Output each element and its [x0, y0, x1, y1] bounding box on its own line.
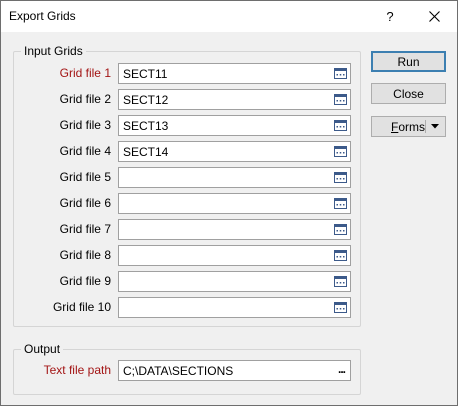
- grid-file-2-label: Grid file 2: [59, 92, 111, 106]
- grid-file-10-browse-button[interactable]: [333, 300, 348, 315]
- grid-file-5-browse-button[interactable]: [333, 170, 348, 185]
- forms-button[interactable]: Forms: [371, 116, 446, 137]
- close-icon: [428, 11, 440, 22]
- output-legend: Output: [21, 342, 64, 356]
- grid-file-10-label: Grid file 10: [52, 300, 111, 314]
- forms-button-label: Forms: [391, 120, 426, 134]
- grid-browse-icon: [334, 276, 347, 287]
- grid-file-2-value: SECT12: [123, 93, 169, 107]
- grid-file-4-value: SECT14: [123, 145, 169, 159]
- grid-file-1-label: Grid file 1: [59, 66, 111, 80]
- run-button[interactable]: Run: [371, 51, 446, 72]
- text-file-path-field[interactable]: C;\DATA\SECTIONS ...: [118, 360, 351, 381]
- grid-browse-icon: [334, 224, 347, 235]
- grid-file-4-label: Grid file 4: [59, 144, 111, 158]
- text-file-path-label: Text file path: [43, 363, 111, 377]
- grid-file-7-field[interactable]: [118, 219, 351, 240]
- close-button-label: Close: [393, 86, 424, 101]
- grid-file-5-label: Grid file 5: [59, 170, 111, 184]
- grid-file-9-field[interactable]: [118, 271, 351, 292]
- grid-file-2-field[interactable]: SECT12: [118, 89, 351, 110]
- grid-file-2-browse-button[interactable]: [333, 92, 348, 107]
- grid-browse-icon: [334, 302, 347, 313]
- grid-file-6-field[interactable]: [118, 193, 351, 214]
- grid-file-4-field[interactable]: SECT14: [118, 141, 351, 162]
- grid-file-9-browse-button[interactable]: [333, 274, 348, 289]
- close-window-button[interactable]: [419, 1, 449, 32]
- grid-file-3-label: Grid file 3: [59, 118, 111, 132]
- grid-file-1-value: SECT11: [123, 67, 168, 81]
- grid-file-3-browse-button[interactable]: [333, 118, 348, 133]
- chevron-down-icon[interactable]: [431, 124, 439, 129]
- grid-file-8-field[interactable]: [118, 245, 351, 266]
- help-icon: ?: [386, 9, 394, 24]
- grid-browse-icon: [334, 172, 347, 183]
- help-button[interactable]: ?: [376, 1, 404, 32]
- grid-file-9-label: Grid file 9: [59, 274, 111, 288]
- grid-file-7-browse-button[interactable]: [333, 222, 348, 237]
- grid-file-5-field[interactable]: [118, 167, 351, 188]
- input-grids-legend: Input Grids: [21, 44, 86, 58]
- close-button[interactable]: Close: [371, 83, 446, 104]
- run-button-label: Run: [397, 54, 420, 69]
- title-bar: Export Grids ?: [1, 1, 457, 32]
- grid-file-8-label: Grid file 8: [59, 248, 111, 262]
- grid-file-3-field[interactable]: SECT13: [118, 115, 351, 136]
- grid-browse-icon: [334, 250, 347, 261]
- window-title: Export Grids: [9, 9, 76, 23]
- export-grids-dialog: Export Grids ? Input Grids Grid file 1 SE…: [0, 0, 458, 406]
- grid-file-7-label: Grid file 7: [59, 222, 111, 236]
- grid-file-4-browse-button[interactable]: [333, 144, 348, 159]
- grid-file-6-label: Grid file 6: [59, 196, 111, 210]
- grid-file-10-field[interactable]: [118, 297, 351, 318]
- grid-file-3-value: SECT13: [123, 119, 169, 133]
- forms-split-divider: [425, 120, 426, 133]
- grid-file-8-browse-button[interactable]: [333, 248, 348, 263]
- grid-browse-icon: [334, 146, 347, 157]
- text-file-browse-button[interactable]: ...: [338, 362, 346, 376]
- grid-browse-icon: [334, 68, 347, 79]
- grid-file-6-browse-button[interactable]: [333, 196, 348, 211]
- text-file-path-value: C;\DATA\SECTIONS: [123, 364, 234, 378]
- grid-browse-icon: [334, 198, 347, 209]
- grid-file-1-field[interactable]: SECT11: [118, 63, 351, 84]
- grid-browse-icon: [334, 94, 347, 105]
- grid-browse-icon: [334, 120, 347, 131]
- grid-file-1-browse-button[interactable]: [333, 66, 348, 81]
